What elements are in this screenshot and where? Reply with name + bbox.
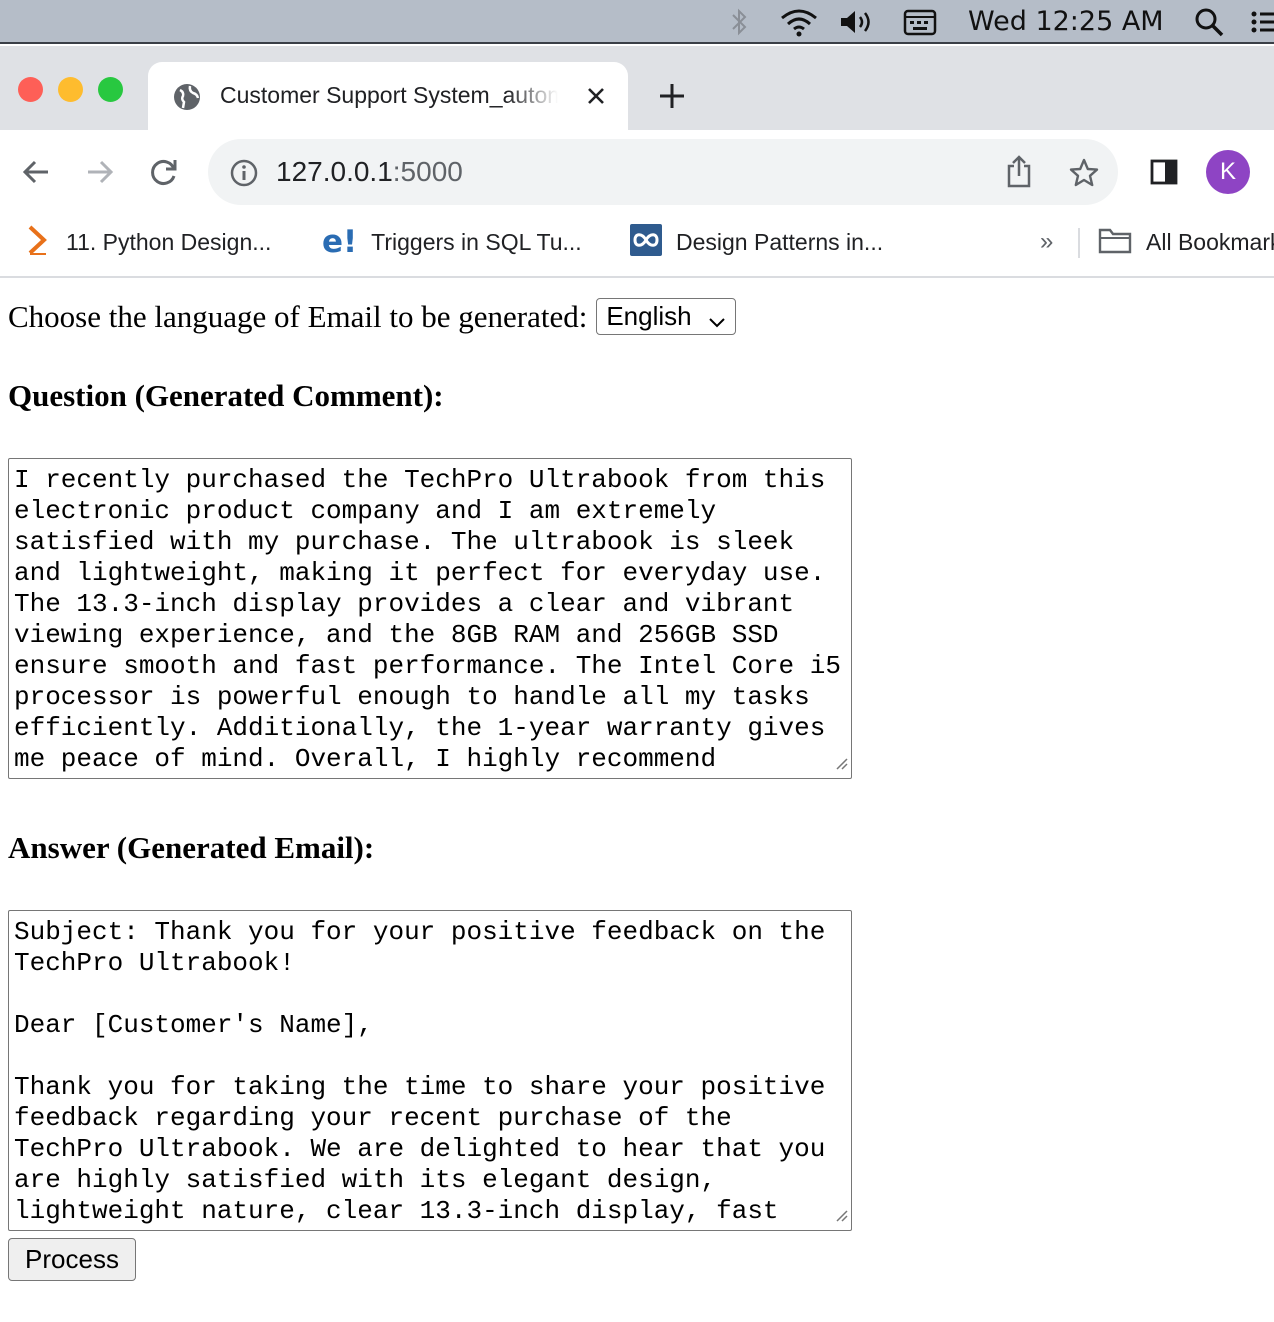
question-textarea[interactable]: I recently purchased the TechPro Ultrabo…	[8, 458, 852, 779]
bookmark-triggers-sql[interactable]: e! Triggers in SQL Tu...	[322, 226, 582, 258]
address-bar[interactable]: 127.0.0.1:5000	[208, 139, 1118, 205]
reload-button[interactable]	[144, 152, 184, 192]
bookmark-chevron-favicon-icon	[24, 224, 52, 261]
menubar-clock[interactable]: Wed 12:25 AM	[968, 6, 1164, 38]
answer-text: Subject: Thank you for your positive fee…	[14, 917, 826, 1226]
language-selected-value: English	[606, 301, 692, 331]
url-host: 127.0.0.1	[276, 156, 393, 187]
window-close-button[interactable]	[18, 77, 43, 102]
answer-heading: Answer (Generated Email):	[8, 830, 375, 865]
process-button[interactable]: Process	[8, 1238, 136, 1281]
bookmark-label: Design Patterns in...	[676, 228, 884, 255]
all-bookmarks-label: All Bookmarks	[1146, 228, 1274, 255]
share-icon[interactable]	[1006, 155, 1032, 194]
language-label: Choose the language of Email to be gener…	[8, 298, 588, 334]
bookmark-infinity-favicon-icon	[630, 223, 662, 261]
chevron-down-icon	[707, 306, 727, 340]
macos-menu-bar: Wed 12:25 AM	[0, 0, 1274, 44]
overflow-chevron-icon: »	[1040, 228, 1054, 255]
language-row: Choose the language of Email to be gener…	[8, 298, 737, 335]
resize-grip-icon[interactable]	[833, 755, 849, 776]
side-panel-icon[interactable]	[1144, 152, 1184, 192]
window-zoom-button[interactable]	[98, 77, 123, 102]
answer-textarea[interactable]: Subject: Thank you for your positive fee…	[8, 910, 852, 1231]
bookmark-label: 11. Python Design...	[66, 228, 272, 255]
profile-avatar[interactable]: K	[1206, 150, 1250, 194]
window-minimize-button[interactable]	[58, 77, 83, 102]
bookmark-star-icon[interactable]	[1068, 157, 1100, 194]
bookmark-e-favicon-icon: e!	[322, 224, 358, 260]
globe-icon	[172, 82, 202, 117]
wifi-icon[interactable]	[778, 6, 820, 38]
new-tab-button[interactable]	[652, 79, 692, 113]
language-select[interactable]: English	[596, 298, 737, 335]
control-center-icon[interactable]	[1250, 6, 1274, 38]
tab-close-icon[interactable]	[580, 80, 612, 112]
all-bookmarks-button[interactable]: All Bookmarks	[1098, 226, 1274, 258]
keyboard-icon[interactable]	[902, 6, 938, 38]
bluetooth-icon[interactable]	[726, 6, 752, 38]
bookmarks-overflow-button[interactable]: »	[1040, 226, 1053, 258]
question-text: I recently purchased the TechPro Ultrabo…	[14, 465, 841, 774]
tab-title: Customer Support System_automation	[220, 82, 558, 108]
question-heading: Question (Generated Comment):	[8, 378, 444, 413]
resize-grip-icon[interactable]	[833, 1207, 849, 1228]
bookmark-python-design[interactable]: 11. Python Design...	[24, 224, 272, 261]
bookmark-design-patterns[interactable]: Design Patterns in...	[630, 223, 884, 261]
spotlight-search-icon[interactable]	[1192, 6, 1226, 38]
bookmarks-divider	[1078, 228, 1080, 258]
bookmark-label: Triggers in SQL Tu...	[371, 228, 582, 255]
forward-button[interactable]	[80, 152, 120, 192]
back-button[interactable]	[16, 152, 56, 192]
site-info-icon[interactable]	[230, 159, 258, 192]
folder-icon	[1098, 226, 1132, 259]
volume-icon[interactable]	[838, 6, 876, 38]
tab-customer-support[interactable]: Customer Support System_automation	[148, 62, 628, 130]
url-port: :5000	[392, 156, 463, 187]
url-text: 127.0.0.1:5000	[276, 156, 463, 188]
